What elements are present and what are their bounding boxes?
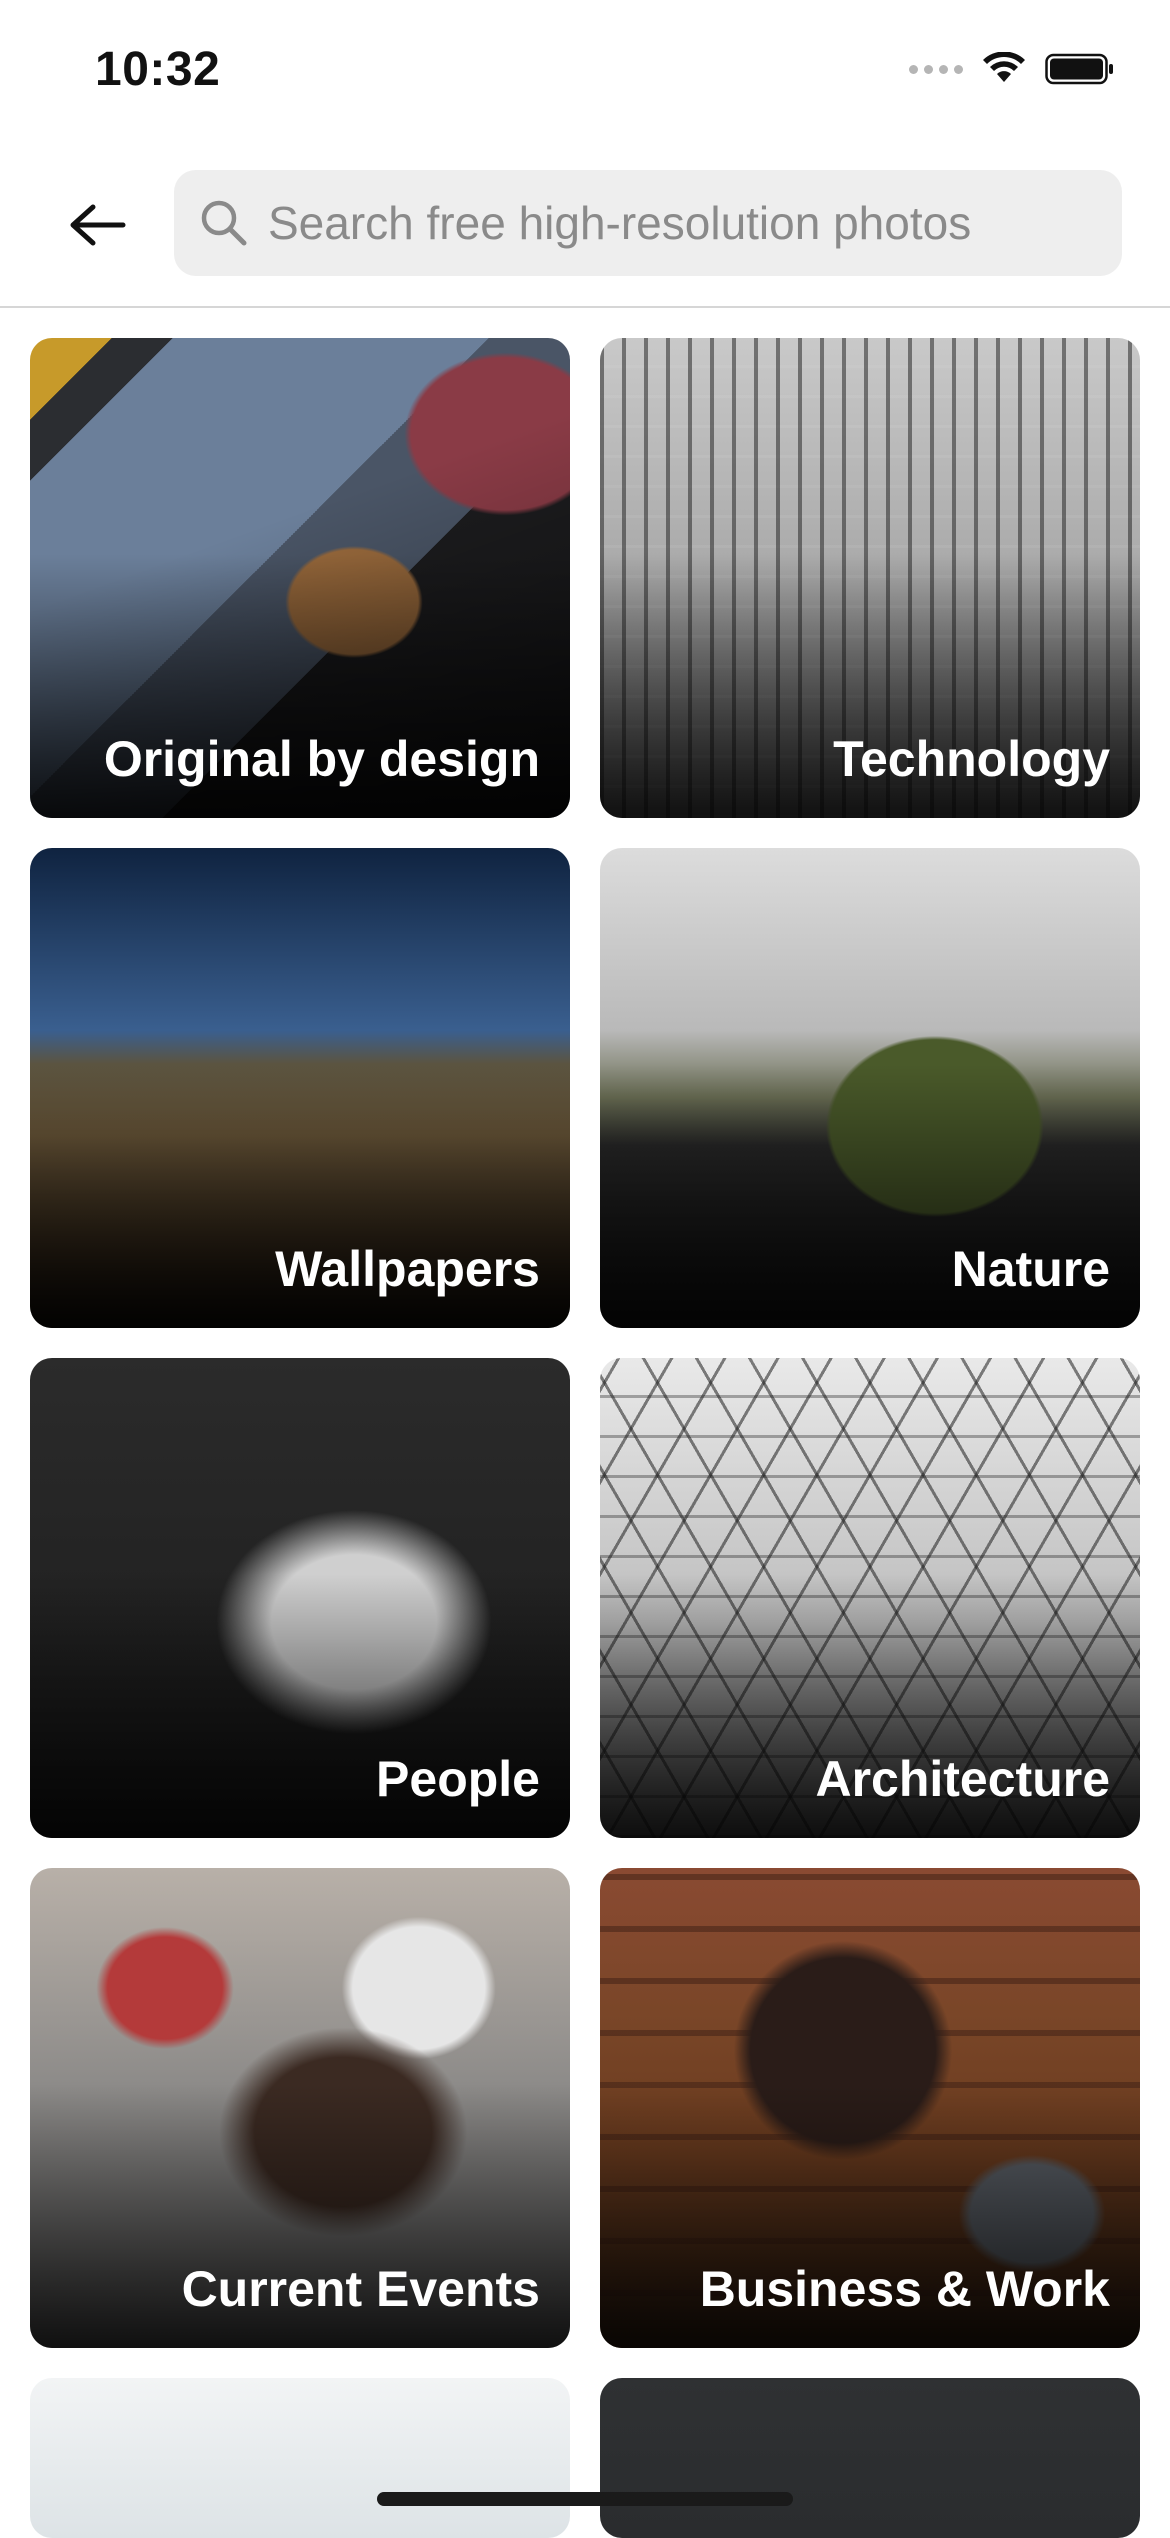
topic-grid: Original by design Technology Wallpapers… (30, 338, 1140, 2538)
topic-label: Business & Work (699, 2261, 1110, 2317)
status-icons (909, 52, 1115, 86)
home-indicator[interactable] (377, 2492, 793, 2506)
status-bar: 10:32 (0, 0, 1170, 150)
wifi-icon (981, 52, 1027, 86)
topic-tile-nature[interactable]: Nature (600, 848, 1140, 1328)
back-button[interactable] (50, 188, 144, 262)
topic-label: Technology (833, 731, 1110, 787)
topic-label: People (376, 1751, 540, 1807)
topic-label: Current Events (181, 2261, 540, 2317)
status-time: 10:32 (95, 43, 221, 96)
topic-tile-current-events[interactable]: Current Events (30, 1868, 570, 2348)
topic-tile-partial[interactable] (600, 2378, 1140, 2538)
topic-label: Original by design (103, 731, 540, 787)
topic-tile-wallpapers[interactable]: Wallpapers (30, 848, 570, 1328)
search-bar[interactable] (174, 170, 1122, 276)
cellular-signal-icon (909, 64, 963, 74)
topic-tile-architecture[interactable]: Architecture (600, 1358, 1140, 1838)
topic-label: Nature (951, 1241, 1110, 1297)
topic-tile-people[interactable]: People (30, 1358, 570, 1838)
search-icon (198, 197, 250, 249)
topic-image (600, 2378, 1140, 2538)
arrow-left-icon (70, 204, 126, 246)
search-input[interactable] (268, 196, 1122, 250)
battery-icon (1045, 52, 1115, 86)
topic-tile-original-by-design[interactable]: Original by design (30, 338, 570, 818)
topic-tile-partial[interactable] (30, 2378, 570, 2538)
topic-label: Architecture (815, 1751, 1110, 1807)
topic-image (30, 2378, 570, 2538)
topic-tile-business-work[interactable]: Business & Work (600, 1868, 1140, 2348)
search-header (0, 150, 1170, 308)
topic-label: Wallpapers (275, 1241, 540, 1297)
topic-tile-technology[interactable]: Technology (600, 338, 1140, 818)
